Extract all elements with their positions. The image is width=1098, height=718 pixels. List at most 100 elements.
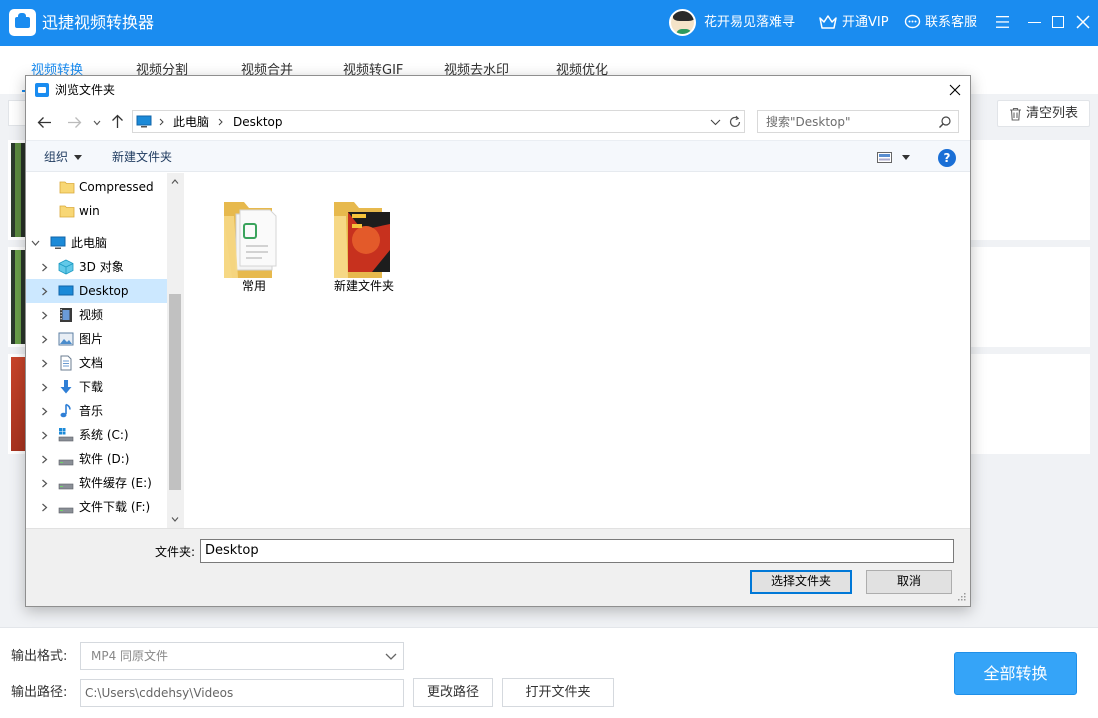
- tree-item-drive-d[interactable]: 软件 (D:): [26, 447, 183, 471]
- tree-item-label: Desktop: [79, 284, 129, 298]
- tree-item-label: 软件 (D:): [79, 452, 130, 466]
- convert-all-button[interactable]: 全部转换: [954, 652, 1077, 695]
- navigation-bar: 此电脑 Desktop 搜索"Desktop": [26, 104, 970, 140]
- folder-image-icon: [334, 202, 390, 278]
- refresh-icon[interactable]: [728, 115, 742, 129]
- tree-item-downloads[interactable]: 下载: [26, 375, 183, 399]
- scrollbar-thumb[interactable]: [169, 294, 181, 490]
- computer-icon: [50, 236, 66, 249]
- tree-item-this-pc[interactable]: 此电脑: [26, 231, 183, 255]
- open-vip-button[interactable]: 开通VIP: [842, 14, 889, 32]
- folder-contents: 常用 新建文件夹: [183, 173, 970, 528]
- computer-icon: [136, 115, 152, 128]
- tree-item-label: 视频: [79, 308, 104, 322]
- chat-bubble-icon[interactable]: [904, 14, 921, 30]
- tree-item-pictures[interactable]: 图片: [26, 327, 183, 351]
- folder-item[interactable]: 常用: [204, 185, 304, 300]
- app-titlebar: 迅捷视频转换器 花开易见落难寻 开通VIP 联系客服: [0, 0, 1098, 46]
- maximize-icon[interactable]: [1052, 16, 1064, 28]
- view-options-icon[interactable]: [877, 152, 892, 163]
- forward-arrow-icon[interactable]: [67, 116, 82, 129]
- chevron-right-icon[interactable]: [41, 287, 48, 296]
- avatar[interactable]: [669, 9, 696, 36]
- tree-scrollbar[interactable]: [167, 173, 183, 528]
- folder-icon: [59, 205, 75, 218]
- folder-name-field[interactable]: Desktop: [200, 539, 954, 563]
- trash-icon: [1010, 107, 1021, 121]
- chevron-right-icon[interactable]: [218, 118, 223, 126]
- chevron-right-icon[interactable]: [41, 359, 48, 368]
- tree-item-drive-e[interactable]: 软件缓存 (E:): [26, 471, 183, 495]
- output-path-field[interactable]: C:\Users\cddehsy\Videos: [80, 679, 404, 707]
- change-path-button[interactable]: 更改路径: [413, 678, 493, 707]
- chevron-down-icon[interactable]: [710, 119, 721, 126]
- chevron-right-icon[interactable]: [41, 407, 48, 416]
- dialog-footer: 文件夹: Desktop 选择文件夹 取消: [26, 528, 970, 606]
- tree-item-drive-c[interactable]: 系统 (C:): [26, 423, 183, 447]
- folder-icon: [59, 181, 75, 194]
- tree-item-documents[interactable]: 文档: [26, 351, 183, 375]
- tree-item-label: 此电脑: [71, 236, 108, 250]
- back-arrow-icon[interactable]: [37, 116, 52, 129]
- app-logo-icon: [9, 9, 36, 36]
- search-input[interactable]: 搜索"Desktop": [757, 110, 959, 133]
- tree-item-label: Compressed: [79, 180, 154, 194]
- chevron-right-icon[interactable]: [41, 431, 48, 440]
- breadcrumb-this-pc[interactable]: 此电脑: [173, 114, 209, 130]
- caret-down-icon[interactable]: [74, 155, 82, 160]
- close-icon[interactable]: [1075, 14, 1091, 30]
- tree-item-compressed[interactable]: Compressed: [26, 175, 183, 199]
- cancel-button[interactable]: 取消: [866, 570, 952, 594]
- breadcrumb-desktop[interactable]: Desktop: [233, 114, 283, 130]
- output-format-value: MP4 同原文件: [91, 649, 169, 663]
- minimize-icon[interactable]: [1028, 22, 1041, 23]
- tree-item-desktop[interactable]: Desktop: [26, 279, 183, 303]
- clear-list-label: 清空列表: [1026, 106, 1079, 121]
- chevron-down-icon[interactable]: [171, 517, 179, 522]
- chevron-right-icon[interactable]: [41, 455, 48, 464]
- open-folder-button[interactable]: 打开文件夹: [502, 678, 614, 707]
- drive-icon: [58, 483, 74, 490]
- music-icon: [60, 403, 71, 418]
- new-folder-button[interactable]: 新建文件夹: [112, 149, 172, 165]
- chevron-right-icon[interactable]: [41, 311, 48, 320]
- chevron-down-icon: [385, 653, 397, 660]
- chevron-right-icon[interactable]: [41, 263, 48, 272]
- output-format-label: 输出格式:: [11, 649, 68, 664]
- contact-service-button[interactable]: 联系客服: [925, 14, 977, 32]
- chevron-right-icon[interactable]: [41, 383, 48, 392]
- tree-item-label: 3D 对象: [79, 260, 124, 274]
- resize-grip-icon[interactable]: [956, 593, 966, 603]
- caret-down-icon[interactable]: [902, 155, 910, 160]
- tree-item-music[interactable]: 音乐: [26, 399, 183, 423]
- user-name-link[interactable]: 花开易见落难寻: [704, 14, 795, 32]
- folder-item[interactable]: 新建文件夹: [314, 185, 414, 300]
- tree-item-win[interactable]: win: [26, 199, 183, 223]
- chevron-up-icon[interactable]: [171, 179, 179, 184]
- up-arrow-icon[interactable]: [111, 114, 124, 129]
- tree-item-videos[interactable]: 视频: [26, 303, 183, 327]
- output-settings-bar: 输出格式: MP4 同原文件 输出路径: C:\Users\cddehsy\Vi…: [0, 627, 1098, 718]
- close-icon[interactable]: [948, 83, 962, 97]
- address-bar[interactable]: 此电脑 Desktop: [132, 110, 745, 133]
- tree-item-label: 系统 (C:): [79, 428, 129, 442]
- organize-menu[interactable]: 组织: [44, 149, 68, 165]
- chevron-down-icon[interactable]: [31, 240, 40, 247]
- system-drive-icon: [58, 428, 74, 442]
- clear-list-button[interactable]: 清空列表: [997, 100, 1090, 127]
- chevron-right-icon[interactable]: [41, 335, 48, 344]
- chevron-right-icon[interactable]: [159, 118, 164, 126]
- tree-item-3d-objects[interactable]: 3D 对象: [26, 255, 183, 279]
- tree-item-drive-f[interactable]: 文件下载 (F:): [26, 495, 183, 519]
- output-format-select[interactable]: MP4 同原文件: [80, 642, 404, 670]
- folder-documents-icon: [224, 202, 277, 278]
- menu-icon[interactable]: [996, 15, 1009, 29]
- help-icon[interactable]: ?: [938, 149, 956, 167]
- chevron-down-icon[interactable]: [93, 120, 101, 126]
- output-path-label: 输出路径:: [11, 685, 68, 700]
- search-placeholder: 搜索"Desktop": [766, 115, 851, 129]
- chevron-right-icon[interactable]: [41, 479, 48, 488]
- crown-icon[interactable]: [818, 13, 838, 31]
- select-folder-button[interactable]: 选择文件夹: [750, 570, 852, 594]
- chevron-right-icon[interactable]: [41, 503, 48, 512]
